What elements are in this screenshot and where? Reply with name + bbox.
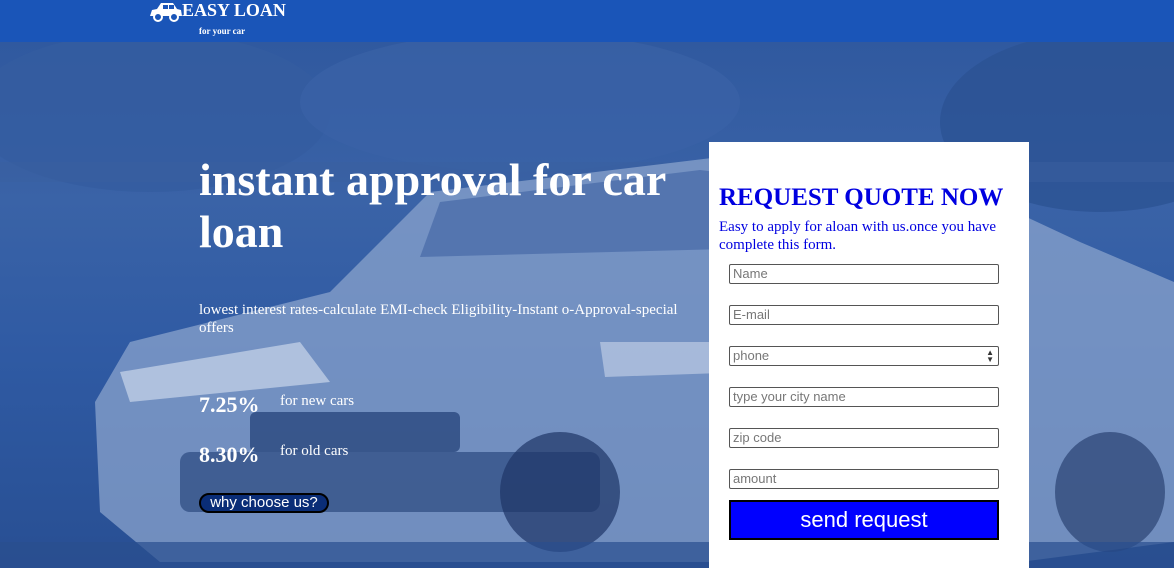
brand-title[interactable]: EASY LOAN [182, 0, 286, 21]
amount-input[interactable]: amount [729, 469, 999, 489]
hero-headline: instant approval for car loan [199, 154, 666, 257]
form-description: Easy to apply for aloan with us.once you… [719, 219, 997, 253]
name-input[interactable]: Name [729, 264, 999, 284]
city-input[interactable]: type your city name [729, 387, 999, 407]
form-title: REQUEST QUOTE NOW [719, 184, 1004, 211]
phone-select-value: phone [733, 348, 770, 363]
car-icon [150, 3, 182, 22]
select-arrows-icon: ▲ ▼ [986, 348, 994, 364]
brand-tagline: for your car [199, 26, 246, 36]
new-car-rate: 7.25% [199, 392, 260, 417]
quote-form-card: REQUEST QUOTE NOW Easy to apply for aloa… [709, 142, 1029, 568]
old-car-rate: 8.30% [199, 442, 260, 467]
phone-select[interactable]: phone ▲ ▼ [729, 346, 999, 366]
top-header: EASY LOAN for your car [0, 0, 1174, 42]
send-request-button[interactable]: send request [729, 500, 999, 540]
hero-subline: lowest interest rates-calculate EMI-chec… [199, 302, 678, 336]
old-car-rate-label: for old cars [280, 443, 349, 459]
new-car-rate-label: for new cars [280, 393, 355, 409]
email-input[interactable]: E-mail [729, 305, 999, 325]
zip-input[interactable]: zip code [729, 428, 999, 448]
why-choose-us-button[interactable]: why choose us? [199, 493, 329, 513]
